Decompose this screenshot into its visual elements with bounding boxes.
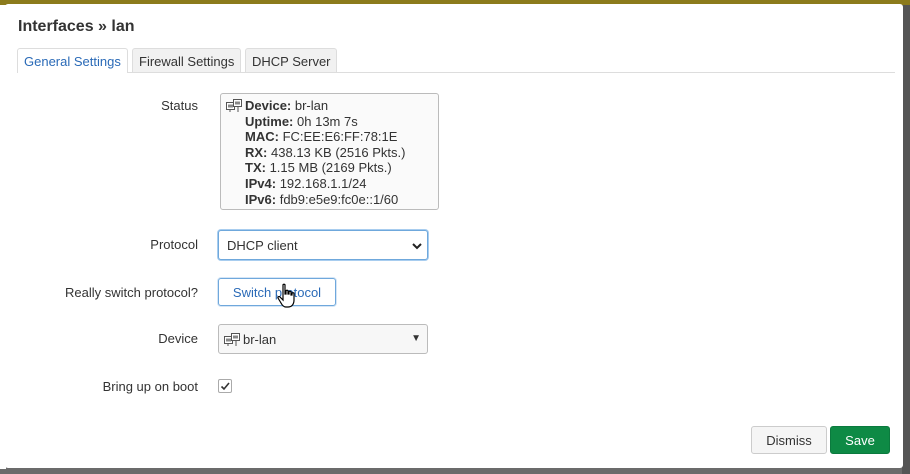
modal-title: Interfaces » lan — [18, 18, 135, 35]
tab-general-settings[interactable]: General Settings — [17, 48, 128, 73]
boot-checkbox[interactable] — [218, 379, 232, 393]
device-dropdown-value: br-lan — [243, 332, 277, 347]
switch-protocol-label: Really switch protocol? — [65, 285, 198, 300]
protocol-select[interactable]: DHCP client — [218, 230, 428, 260]
status-ipv4-line: IPv4: 192.168.1.1/24 — [245, 175, 367, 191]
status-device-line: Device: br-lan — [245, 98, 329, 113]
save-button[interactable]: Save — [830, 426, 890, 454]
status-label: Status — [161, 98, 198, 113]
hand-pointer-icon — [277, 283, 295, 308]
status-mac-line: MAC: FC:EE:E6:FF:78:1E — [245, 129, 398, 145]
ethernet-bridge-icon — [226, 99, 242, 112]
tab-firewall-settings[interactable]: Firewall Settings — [132, 48, 241, 72]
device-dropdown[interactable]: br-lan ▼ — [218, 324, 428, 354]
device-label: Device — [158, 331, 198, 346]
protocol-select-value: DHCP client — [227, 238, 298, 253]
status-ipv6-line: IPv6: fdb9:e5e9:fc0e::1/60 — [245, 191, 399, 207]
background-page-right — [902, 5, 910, 474]
tab-bar: General Settings Firewall Settings DHCP … — [17, 48, 895, 73]
status-rx-line: RX: 438.13 KB (2516 Pkts.) — [245, 144, 406, 160]
chevron-down-icon — [412, 243, 422, 250]
status-tx-line: TX: 1.15 MB (2169 Pkts.) — [245, 160, 392, 176]
boot-label: Bring up on boot — [102, 379, 198, 394]
dismiss-button[interactable]: Dismiss — [751, 426, 827, 454]
caret-down-icon: ▼ — [411, 333, 421, 344]
interface-edit-modal: Interfaces » lan General Settings Firewa… — [5, 4, 903, 468]
checkmark-icon — [220, 382, 230, 391]
ethernet-bridge-icon — [224, 333, 240, 346]
status-uptime-line: Uptime: 0h 13m 7s — [245, 113, 358, 129]
status-box: Device: br-lan Uptime: 0h 13m 7s MAC: FC… — [220, 93, 439, 210]
protocol-label: Protocol — [150, 237, 198, 252]
tab-dhcp-server[interactable]: DHCP Server — [245, 48, 337, 72]
